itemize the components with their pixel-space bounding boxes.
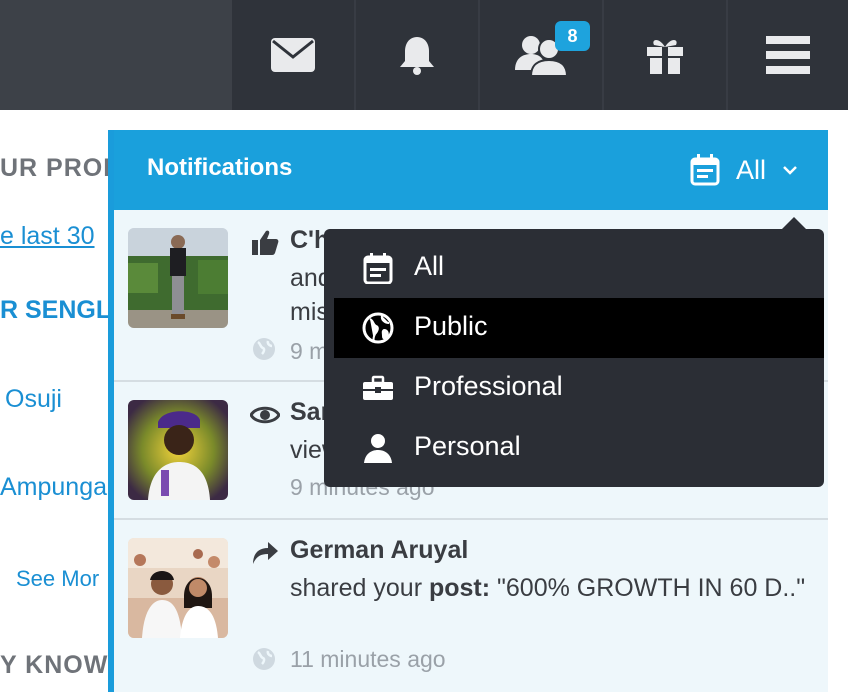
gifts-button[interactable] [604,0,726,110]
filter-option-label: All [414,251,445,281]
chevron-down-icon [783,166,797,175]
messages-button[interactable] [232,0,354,110]
notification-time: 11 minutes ago [290,646,446,672]
filter-option-label: Professional [414,371,563,401]
person-icon [364,434,392,463]
see-more-link[interactable]: See Mor [16,566,99,592]
envelope-icon [271,38,315,72]
filter-option-label: Personal [414,431,521,461]
notification-text-quote: "600% GROWTH IN 60 D.." [490,574,806,602]
filter-option-professional[interactable]: Professional [334,358,824,418]
bell-icon [400,37,434,75]
filter-option-label: Public [414,311,488,341]
friends-count-badge: 8 [555,21,590,51]
share-icon [253,542,278,564]
main-menu-button[interactable] [728,0,848,110]
profile-section-heading: UR PROF [0,154,120,182]
friends-button[interactable] [480,0,602,110]
avatar[interactable] [128,228,228,328]
notifications-header: Notifications All [114,130,828,210]
filter-selected-label: All [736,154,767,185]
filter-dropdown-menu: All Public Professional Personal [324,229,824,487]
filter-option-personal[interactable]: Personal [334,418,824,478]
public-globe-icon [253,338,275,360]
notification-filter-toggle[interactable]: All [690,152,798,188]
filter-option-all[interactable]: All [334,238,824,298]
may-know-section-heading: Y KNOW [0,651,109,679]
person-osuji-link[interactable]: Osuji [5,385,62,414]
last-30-days-link[interactable]: e last 30 [0,222,95,251]
globe-icon [362,312,394,344]
top-navigation-bar: 8 [0,0,848,110]
notification-text-post-link[interactable]: post: [429,574,490,602]
public-globe-icon [253,648,275,670]
avatar[interactable] [128,400,228,500]
gift-icon [647,40,683,74]
notification-item[interactable]: German Aruyal shared your post: "600% GR… [114,520,828,692]
notification-author[interactable]: German Aruyal [290,536,468,565]
avatar[interactable] [128,538,228,638]
notifications-button[interactable] [356,0,478,110]
notification-time: 9 m [290,338,329,364]
thumbs-up-icon [252,230,279,255]
topbar-left-area [0,0,232,110]
dropdown-pointer [782,217,806,229]
calendar-list-icon [363,253,393,284]
notification-text-prefix: shared your [290,574,429,602]
briefcase-icon [363,375,393,400]
eye-icon [250,406,280,424]
calendar-list-icon [690,154,720,186]
person-ampunga-link[interactable]: Ampunga [0,473,107,502]
filter-option-public[interactable]: Public [334,298,824,358]
notifications-title: Notifications [147,154,293,181]
menu-icon [766,36,810,74]
notification-text: shared your post: "600% GROWTH IN 60 D..… [290,570,810,606]
